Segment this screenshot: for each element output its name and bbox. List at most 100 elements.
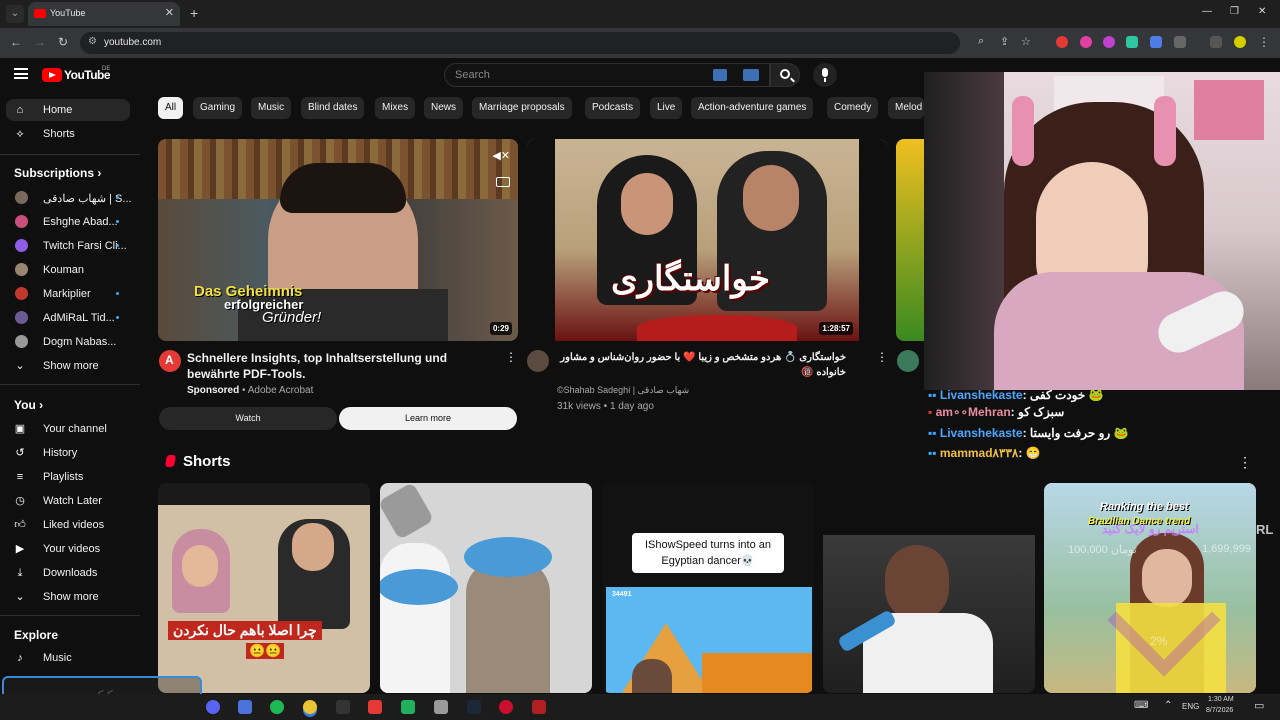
chip-live[interactable]: Live: [650, 97, 683, 119]
browser-tab-youtube[interactable]: YouTube ✕: [28, 2, 180, 26]
record-app-icon[interactable]: [368, 700, 382, 714]
sidebar-icon[interactable]: [1210, 36, 1222, 48]
voice-search-icon[interactable]: [813, 63, 837, 87]
adobe-channel-avatar[interactable]: A: [159, 350, 181, 372]
share-icon[interactable]: ⇪: [1000, 35, 1009, 48]
channel-avatar[interactable]: [897, 350, 919, 372]
chart-app-icon[interactable]: [238, 700, 252, 714]
keyboard-tray-icon[interactable]: ⌨: [1134, 700, 1148, 711]
bookmark-star-icon[interactable]: ☆: [1021, 35, 1031, 48]
chip-action-adventure[interactable]: Action-adventure games: [691, 97, 814, 119]
video-thumbnail[interactable]: [896, 139, 926, 341]
menu-icon[interactable]: [14, 68, 28, 79]
extension-red-icon[interactable]: [1056, 36, 1068, 48]
app-icon[interactable]: [336, 700, 350, 714]
chrome-icon[interactable]: [303, 700, 317, 714]
video-thumbnail[interactable]: Das Geheimnis erfolgreicher Gründer! ◀︎✕…: [158, 139, 518, 341]
app-green-icon[interactable]: [401, 700, 415, 714]
youtube-logo-icon[interactable]: [42, 68, 62, 82]
chip-news[interactable]: News: [424, 97, 464, 119]
subscriptions-heading[interactable]: Subscriptions ›: [14, 166, 101, 180]
chip-melodic[interactable]: Melod: [888, 97, 924, 119]
captions-icon[interactable]: [496, 177, 510, 187]
profile-avatar[interactable]: [1234, 36, 1246, 48]
maximize-icon[interactable]: ❐: [1230, 6, 1239, 17]
shorts-menu-icon[interactable]: ⋮: [1238, 454, 1252, 471]
spotify-icon[interactable]: [270, 700, 284, 714]
reload-icon[interactable]: ↻: [58, 35, 68, 49]
notifications-icon[interactable]: ▭: [1254, 699, 1264, 712]
sidebar-item-subscription[interactable]: Kouman: [6, 259, 130, 281]
chip-music[interactable]: Music: [251, 97, 292, 119]
sidebar-item-subscription[interactable]: شهاب صادقی | S...: [6, 187, 132, 209]
browser-menu-icon[interactable]: ⋮: [1258, 35, 1270, 49]
extension-purple-icon[interactable]: [1103, 36, 1115, 48]
chip-mixes[interactable]: Mixes: [375, 97, 416, 119]
video-thumbnail[interactable]: خواستگاری 1:28:57: [527, 139, 887, 341]
sidebar-item-downloads[interactable]: ⤓ Downloads: [6, 562, 130, 584]
short-card[interactable]: چرا اصلا باهم حال نکردن 😐😐: [158, 483, 370, 693]
chip-blind-dates[interactable]: Blind dates: [301, 97, 365, 119]
forward-icon[interactable]: →: [34, 35, 46, 49]
extensions-puzzle-icon[interactable]: [1174, 36, 1186, 48]
sidebar-item-playlists[interactable]: ≡ Playlists: [6, 466, 130, 488]
address-bar[interactable]: ⚙ youtube.com: [80, 32, 960, 54]
show-more-subscriptions-button[interactable]: ⌄ Show more: [6, 355, 130, 377]
learn-more-button[interactable]: Learn more: [339, 407, 517, 430]
sidebar-item-subscription[interactable]: AdMiRaL Tid...: [6, 307, 130, 329]
short-card[interactable]: [380, 483, 592, 693]
close-window-icon[interactable]: ✕: [1258, 6, 1266, 17]
search-input[interactable]: Search: [444, 63, 770, 87]
sidebar-item-subscription[interactable]: Dogm Nabas...: [6, 331, 130, 353]
channel-avatar[interactable]: [527, 350, 549, 372]
close-tab-icon[interactable]: ✕: [165, 6, 174, 19]
video-title[interactable]: Schnellere Insights, top Inhaltserstellu…: [187, 350, 487, 382]
extension-pink-icon[interactable]: [1080, 36, 1092, 48]
video-menu-icon[interactable]: ⋮: [505, 350, 517, 364]
sidebar-item-home[interactable]: ⌂ Home: [6, 99, 130, 121]
chip-gaming[interactable]: Gaming: [193, 97, 243, 119]
translate-icon[interactable]: [743, 69, 759, 81]
keyboard-icon[interactable]: [713, 69, 727, 81]
watch-button[interactable]: Watch: [159, 407, 337, 430]
language-indicator[interactable]: ENG: [1182, 702, 1199, 711]
clock-date[interactable]: 8/7/2026: [1206, 707, 1233, 714]
sidebar-item-subscription[interactable]: Eshghe Abad...: [6, 211, 130, 233]
sidebar-item-watch-later[interactable]: ◷ Watch Later: [6, 490, 130, 512]
site-info-icon[interactable]: ⚙: [88, 36, 97, 47]
discord-icon[interactable]: [206, 700, 220, 714]
new-tab-icon[interactable]: +: [190, 5, 198, 21]
video-menu-icon[interactable]: ⋮: [876, 350, 888, 364]
mute-icon[interactable]: ◀︎✕: [492, 149, 510, 162]
steam-icon[interactable]: [467, 700, 481, 714]
you-heading[interactable]: You ›: [14, 398, 43, 412]
tray-chevron-icon[interactable]: ⌃: [1164, 700, 1172, 711]
chip-all[interactable]: All: [158, 97, 184, 119]
chip-podcasts[interactable]: Podcasts: [585, 97, 641, 119]
short-card[interactable]: [823, 483, 1035, 693]
search-button[interactable]: [770, 63, 800, 87]
sidebar-item-your-videos[interactable]: ▶ Your videos: [6, 538, 130, 560]
video-title[interactable]: خواستگاری 💍 هردو متشخص و زیبا ❤️ با حضور…: [556, 350, 846, 380]
sidebar-item-your-channel[interactable]: ▣ Your channel: [6, 418, 130, 440]
sidebar-item-music[interactable]: ♪ Music: [6, 647, 130, 669]
extension-green-icon[interactable]: [1126, 36, 1138, 48]
extension-blue-icon[interactable]: [1150, 36, 1162, 48]
short-card[interactable]: IShowSpeed turns into an Egyptian dancer…: [602, 483, 814, 693]
sidebar-item-subscription[interactable]: Markiplier: [6, 283, 130, 305]
channel-name[interactable]: Adobe Acrobat: [248, 385, 314, 396]
minimize-icon[interactable]: —: [1202, 6, 1212, 17]
valorant-icon[interactable]: [499, 700, 513, 714]
clock-time[interactable]: 1:30 AM: [1208, 696, 1234, 703]
zoom-icon[interactable]: ⌕: [978, 35, 984, 48]
channel-name[interactable]: ©Shahab Sadeghi | شهاب صادقی: [557, 385, 689, 396]
back-icon[interactable]: ←: [10, 35, 22, 49]
tab-search-button[interactable]: ⌄: [6, 5, 24, 23]
dota-icon[interactable]: [532, 700, 546, 714]
sidebar-item-liked-videos[interactable]: 👍︎ Liked videos: [6, 514, 130, 536]
sidebar-item-shorts[interactable]: ⟡ Shorts: [6, 123, 130, 145]
show-more-you-button[interactable]: ⌄ Show more: [6, 586, 130, 608]
sidebar-item-history[interactable]: ↺ History: [6, 442, 130, 464]
chip-marriage-proposals[interactable]: Marriage proposals: [472, 97, 572, 119]
chip-comedy[interactable]: Comedy: [827, 97, 879, 119]
